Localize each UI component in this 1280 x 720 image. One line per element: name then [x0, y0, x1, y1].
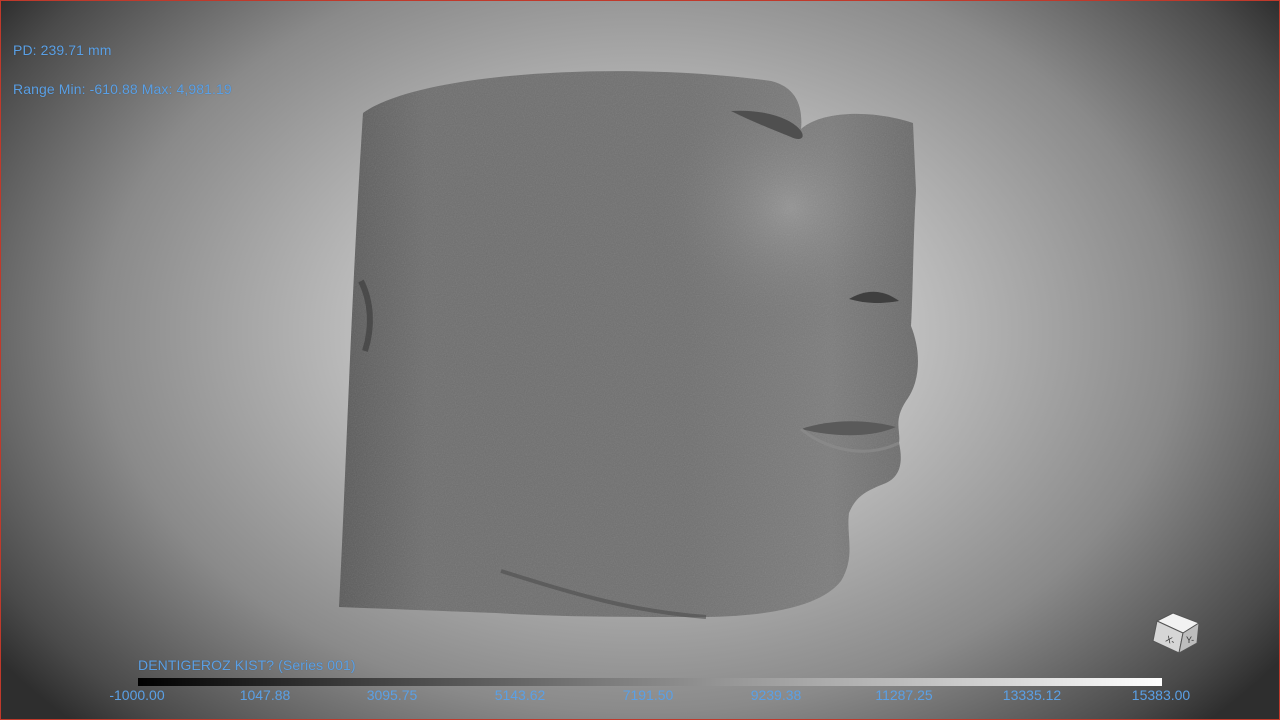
- range-readout: Range Min: -610.88 Max: 4,981.19: [13, 81, 232, 97]
- colorbar-tick: 3095.75: [366, 687, 418, 703]
- colorbar-tick: 9239.38: [750, 687, 802, 703]
- series-label: DENTIGEROZ KIST? (Series 001): [138, 657, 356, 673]
- skin-texture: [339, 71, 918, 617]
- pd-readout: PD: 239.71 mm: [13, 42, 112, 58]
- colorbar-tick: 1047.88: [239, 687, 291, 703]
- 3d-face-render[interactable]: [301, 51, 961, 631]
- volume-render-viewport[interactable]: PD: 239.71 mm Range Min: -610.88 Max: 4,…: [0, 0, 1280, 720]
- colorbar-tick: 11287.25: [875, 687, 933, 703]
- intensity-colorbar: [138, 678, 1162, 686]
- colorbar-tick: 7191.50: [622, 687, 674, 703]
- colorbar-tick: 5143.62: [494, 687, 546, 703]
- colorbar-tick: 13335.12: [1002, 687, 1062, 703]
- orientation-cube[interactable]: X- Y-: [1149, 607, 1207, 659]
- colorbar-tick: 15383.00: [1131, 687, 1191, 703]
- colorbar-tick: -1000.00: [109, 687, 165, 703]
- cube-face-label-right: Y-: [1186, 635, 1194, 645]
- colorbar-tick-labels: -1000.00 1047.88 3095.75 5143.62 7191.50…: [1, 687, 1279, 707]
